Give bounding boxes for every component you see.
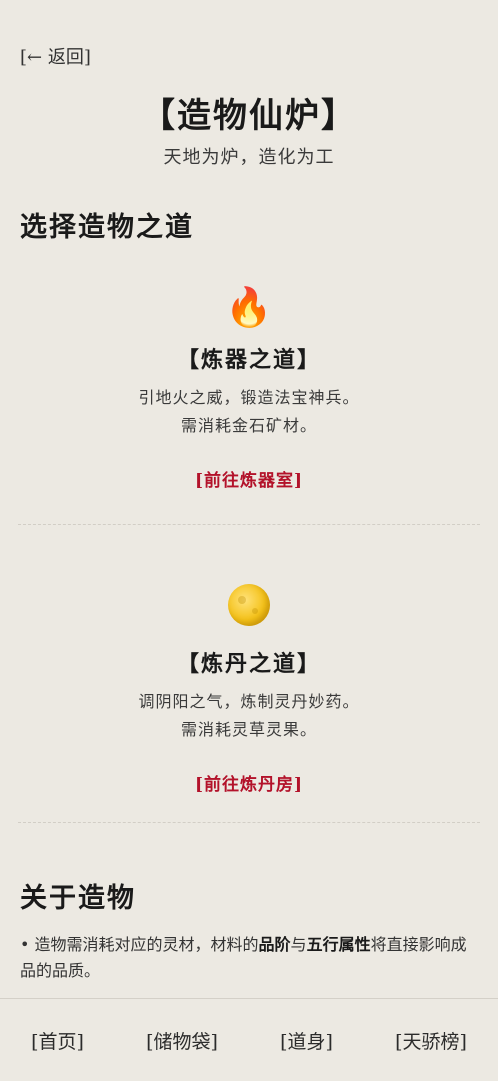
nav-item-ranking[interactable]: [天骄榜] — [395, 1027, 467, 1054]
fire-icon: 🔥 — [225, 285, 273, 329]
go-alchemy-room-link[interactable]: [前往炼丹房] — [0, 770, 498, 795]
about-text-mid: 与 — [290, 935, 307, 954]
about-heading: 关于造物 — [20, 883, 136, 914]
page-title: 【造物仙炉】 — [141, 96, 357, 136]
way-card-forging: 🔥 【炼器之道】 引地火之威，锻造法宝神兵。 需消耗金石矿材。 [前往炼器室] — [0, 284, 498, 491]
way-description: 调阴阳之气，炼制灵丹妙药。 需消耗灵草灵果。 — [0, 688, 498, 744]
choose-way-heading: 选择造物之道 — [20, 212, 194, 243]
divider — [18, 822, 480, 823]
way-card-alchemy: 【炼丹之道】 调阴阳之气，炼制灵丹妙药。 需消耗灵草灵果。 [前往炼丹房] — [0, 584, 498, 795]
about-bold-grade: 品阶 — [258, 935, 291, 954]
moon-icon — [228, 584, 270, 626]
go-forging-room-link[interactable]: [前往炼器室] — [0, 466, 498, 491]
way-desc-line: 需消耗金石矿材。 — [180, 416, 317, 435]
way-desc-line: 引地火之威，锻造法宝神兵。 — [138, 388, 360, 407]
nav-item-home[interactable]: [首页] — [31, 1027, 84, 1054]
way-title: 【炼器之道】 — [176, 347, 321, 373]
nav-item-dao-body[interactable]: [道身] — [280, 1027, 333, 1054]
way-description: 引地火之威，锻造法宝神兵。 需消耗金石矿材。 — [0, 384, 498, 440]
about-text: • 造物需消耗对应的灵材，材料的品阶与五行属性将直接影响成品的品质。 — [20, 932, 476, 984]
nav-item-storage-bag[interactable]: [储物袋] — [146, 1027, 218, 1054]
page-subtitle: 天地为炉，造化为工 — [163, 147, 335, 168]
about-text-prefix: • 造物需消耗对应的灵材，材料的 — [20, 935, 259, 954]
divider — [18, 524, 480, 525]
bottom-nav: [首页] [储物袋] [道身] [天骄榜] — [0, 998, 498, 1081]
about-bold-elements: 五行属性 — [306, 935, 371, 954]
way-desc-line: 需消耗灵草灵果。 — [180, 720, 317, 739]
way-desc-line: 调阴阳之气，炼制灵丹妙药。 — [138, 692, 360, 711]
way-title: 【炼丹之道】 — [176, 651, 321, 677]
back-button[interactable]: [← 返回] — [20, 43, 91, 69]
